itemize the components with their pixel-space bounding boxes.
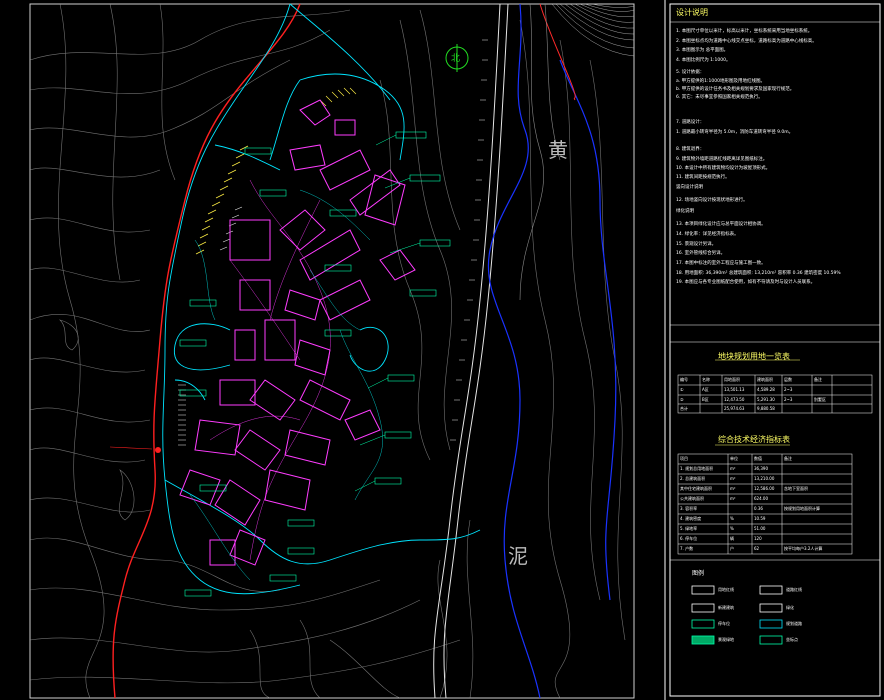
design-note: 7. 道路设计： xyxy=(676,120,705,125)
design-note: 10. 本设计中所有建筑物均设计为坡屋顶形式。 xyxy=(676,166,771,171)
table1-cell: 5,291.30 xyxy=(757,397,775,402)
legend-item-label: 绿化 xyxy=(786,605,794,610)
legend-item-label: 用地红线 xyxy=(718,587,734,592)
design-note: 8. 建筑退界： xyxy=(676,147,705,152)
design-note: 15. 景观设计另详。 xyxy=(676,242,717,247)
design-note: 19. 本图应与各专业图纸配合使用，如有不符请及时与设计人员联系。 xyxy=(676,280,816,285)
table1-cell: 别墅区 xyxy=(814,397,826,402)
table2-cell: 按平均每户3.2人计算 xyxy=(784,546,823,551)
table2-header-cell: 数值 xyxy=(754,456,762,461)
design-note: 绿化说明 xyxy=(676,209,694,214)
table1-cell: B区 xyxy=(702,397,709,402)
design-note: 竖向设计说明 xyxy=(676,185,703,190)
design-note: b. 甲方提供的设计任务书及相关规划要求及国家现行规范。 xyxy=(676,87,795,92)
site-plan-drawing xyxy=(0,0,884,700)
design-note: 1. 道路最小转弯半径为 5.0m，消防车道转弯半径 9.0m。 xyxy=(676,130,794,135)
legend-item-label: 道路红线 xyxy=(786,587,802,592)
table2-header-cell: 项目 xyxy=(680,456,688,461)
legend-item-label: 坐标点 xyxy=(786,637,798,642)
table2-cell: 0.36 xyxy=(754,506,763,511)
table1-header-cell: 建筑面积 xyxy=(757,377,773,382)
table2-cell: 36,390 xyxy=(754,466,768,471)
table2-cell: 3. 容积率 xyxy=(680,506,698,511)
design-note: 5. 设计依据： xyxy=(676,70,705,75)
table2-cell: 按规划用地面积计算 xyxy=(784,506,820,511)
design-note: 2. 本图坐标点均为道路中心线交点坐标，道路标高为道路中心线标高。 xyxy=(676,39,817,44)
table2-cell: 户 xyxy=(730,546,734,551)
table2-cell: 12,586.00 xyxy=(754,486,775,491)
design-note: 4. 本图比例尺为 1:1000。 xyxy=(676,58,731,63)
design-note: 16. 室外管线综合另详。 xyxy=(676,251,726,256)
table2-cell: 10.59 xyxy=(754,516,766,521)
table2-cell: m² xyxy=(730,496,736,501)
table1-header-cell: 备注 xyxy=(814,377,822,382)
table2-cell: 公共建筑面积 xyxy=(680,496,704,501)
table1-header-cell: 用地面积 xyxy=(724,377,740,382)
table1-cell: 12,473.50 xyxy=(724,397,745,402)
design-note: a. 甲方提供的1:1000地形图及用地红线图。 xyxy=(676,79,765,84)
legend-item-label: 规划道路 xyxy=(786,621,802,626)
design-note: 3. 本图图示为 总平面图。 xyxy=(676,48,729,53)
design-note: 12. 场地竖向设计按现状地形进行。 xyxy=(676,198,748,203)
design-note: 14. 绿化率：详见经济指标表。 xyxy=(676,232,739,237)
table1-cell: 4,589.28 xyxy=(757,387,775,392)
table2-cell: 2. 总建筑面积 xyxy=(680,476,706,481)
table2-header-cell: 单位 xyxy=(730,456,738,461)
table1-cell: 2~3 xyxy=(784,387,793,392)
table2-cell: m² xyxy=(730,466,736,471)
river-name-top: 黄 xyxy=(548,138,568,162)
legend-item-label: 景观绿地 xyxy=(718,637,734,642)
table2-cell: 62 xyxy=(754,546,760,551)
table2-cell: 5. 绿地率 xyxy=(680,526,698,531)
table2-title: 综合技术经济指标表 xyxy=(718,435,790,444)
table2-cell: % xyxy=(730,526,734,531)
table2-cell: 其中住宅建筑面积 xyxy=(680,486,712,491)
design-note: 9. 建筑物外墙距道路红线距离详见图纸标注。 xyxy=(676,157,768,162)
table1-cell: 2~3 xyxy=(784,397,793,402)
design-note: 11. 建筑间距按规范执行。 xyxy=(676,175,730,180)
table1-header-cell: 层数 xyxy=(784,377,792,382)
table1-cell: 13,501.13 xyxy=(724,387,745,392)
table1-title: 地块规划用地一览表 xyxy=(718,352,790,361)
table1-cell: ① xyxy=(680,387,684,392)
table2-cell: 含地下室面积 xyxy=(784,486,808,491)
design-note: 13. 本项目绿化设计应与总平面设计相协调。 xyxy=(676,222,766,227)
table2-cell: 624.00 xyxy=(754,496,768,501)
north-label: 北 xyxy=(451,54,461,64)
table1-cell: 25,974.63 xyxy=(724,406,745,411)
panel-title: 设计说明 xyxy=(676,8,708,17)
design-note: 1. 本图尺寸单位以米计，标高以米计，坐标系统采用当地坐标系统。 xyxy=(676,29,813,34)
river-name-bottom: 泥 xyxy=(508,544,528,568)
table2-cell: 7. 户数 xyxy=(680,546,694,551)
legend-title: 图例 xyxy=(692,570,705,577)
design-note: 18. 用地面积: 36,390m² 总建筑面积: 13,210m² 容积率 0… xyxy=(676,271,841,276)
design-note: 6. 其它：未尽事宜参照国家相关规范执行。 xyxy=(676,95,763,100)
table1-header-cell: 名称 xyxy=(702,377,710,382)
table2-cell: 4. 建筑密度 xyxy=(680,516,702,521)
table1-cell: 9,880.58 xyxy=(757,406,775,411)
table1-header-cell: 编号 xyxy=(680,377,688,382)
table1-cell: 合计 xyxy=(680,406,688,411)
table2-cell: m² xyxy=(730,486,736,491)
table2-cell: 6. 停车位 xyxy=(680,536,698,541)
table2-cell: % xyxy=(730,516,734,521)
table2-cell: 1. 规划总用地面积 xyxy=(680,466,714,471)
table2-cell: 辆 xyxy=(730,536,734,541)
legend-item-label: 停车位 xyxy=(718,621,730,626)
table2-cell: 13,210.00 xyxy=(754,476,775,481)
legend-item-label: 新建建筑 xyxy=(718,605,734,610)
table2-cell: 51.00 xyxy=(754,526,766,531)
table2-header-cell: 备注 xyxy=(784,456,792,461)
survey-point-red xyxy=(155,447,161,453)
table1-cell: A区 xyxy=(702,387,709,392)
design-note: 17. 本图中标注的室外工程应与施工图一致。 xyxy=(676,261,766,266)
table2-cell: m² xyxy=(730,476,736,481)
table1-cell: ② xyxy=(680,397,684,402)
table2-cell: 120 xyxy=(754,536,762,541)
